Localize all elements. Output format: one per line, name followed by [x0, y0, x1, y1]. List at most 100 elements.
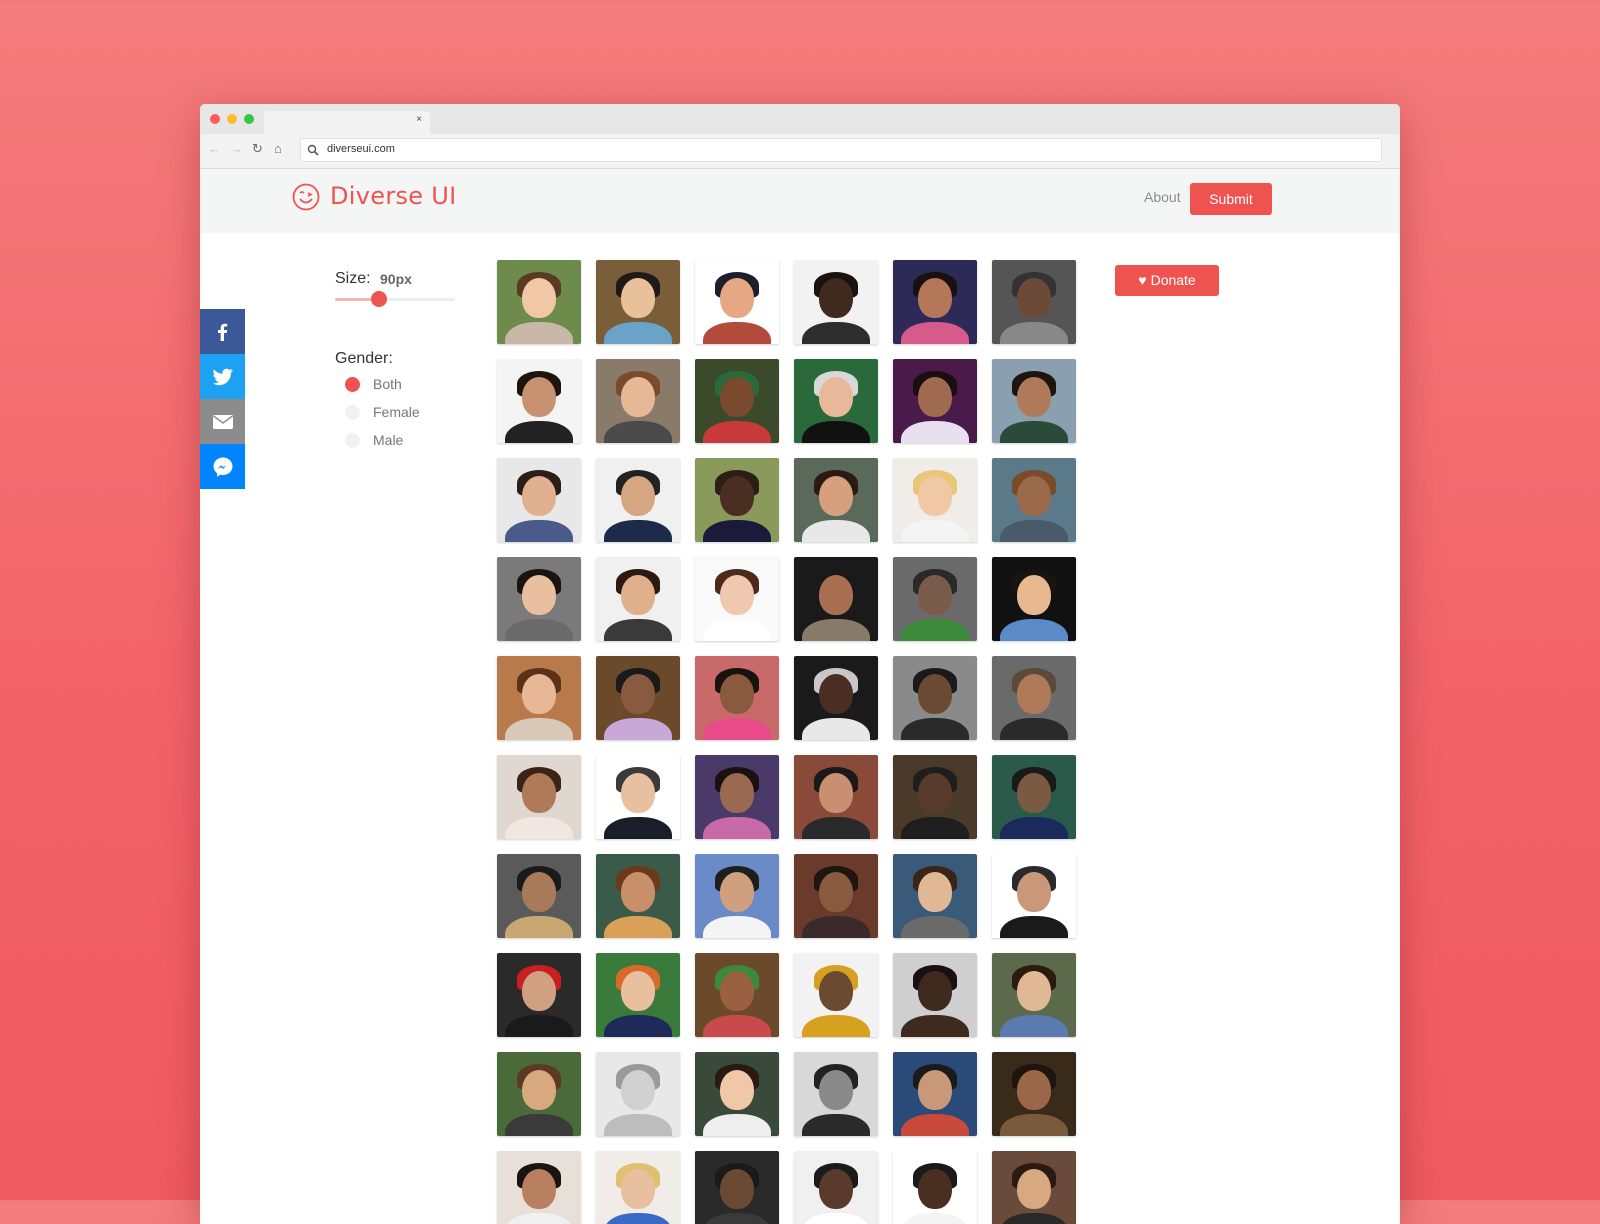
avatar-photo[interactable] — [794, 953, 878, 1037]
twitter-share-button[interactable] — [200, 354, 245, 399]
avatar-shoulders — [901, 520, 969, 542]
avatar-photo[interactable] — [695, 1052, 779, 1136]
submit-button[interactable]: Submit — [1190, 183, 1272, 215]
avatar-face — [621, 773, 655, 813]
avatar-photo[interactable] — [497, 557, 581, 641]
avatar-photo[interactable] — [992, 854, 1076, 938]
avatar-photo[interactable] — [893, 656, 977, 740]
avatar-face — [522, 674, 556, 714]
avatar-photo[interactable] — [893, 1151, 977, 1224]
avatar-photo[interactable] — [596, 755, 680, 839]
avatar-photo[interactable] — [794, 260, 878, 344]
avatar-photo[interactable] — [992, 260, 1076, 344]
avatar-photo[interactable] — [695, 854, 779, 938]
avatar-photo[interactable] — [497, 1052, 581, 1136]
forward-arrow-icon[interactable]: → — [230, 141, 243, 157]
avatar-photo[interactable] — [992, 1151, 1076, 1224]
avatar-photo[interactable] — [596, 953, 680, 1037]
avatar-photo[interactable] — [596, 260, 680, 344]
avatar-photo[interactable] — [695, 1151, 779, 1224]
avatar-photo[interactable] — [497, 953, 581, 1037]
radio-female[interactable] — [345, 405, 360, 420]
avatar-photo[interactable] — [596, 656, 680, 740]
reload-icon[interactable]: ↻ — [252, 141, 263, 157]
about-link[interactable]: About — [1144, 189, 1181, 205]
avatar-photo[interactable] — [596, 854, 680, 938]
avatar-photo[interactable] — [794, 1052, 878, 1136]
messenger-icon — [213, 457, 232, 477]
avatar-photo[interactable] — [992, 755, 1076, 839]
email-share-button[interactable] — [200, 399, 245, 444]
avatar-photo[interactable] — [497, 755, 581, 839]
avatar-photo[interactable] — [497, 458, 581, 542]
home-icon[interactable]: ⌂ — [274, 141, 282, 157]
avatar-face — [720, 674, 754, 714]
logo-text[interactable]: Diverse UI — [330, 182, 457, 210]
avatar-face — [819, 674, 853, 714]
avatar-shoulders — [901, 421, 969, 443]
tab-close-icon[interactable]: × — [416, 114, 422, 125]
browser-tab[interactable]: × — [264, 111, 430, 134]
avatar-photo[interactable] — [497, 260, 581, 344]
size-slider[interactable] — [335, 291, 455, 307]
avatar-photo[interactable] — [893, 953, 977, 1037]
avatar-photo[interactable] — [893, 260, 977, 344]
avatar-photo[interactable] — [497, 656, 581, 740]
avatar-photo[interactable] — [794, 359, 878, 443]
avatar-photo[interactable] — [497, 1151, 581, 1224]
avatar-photo[interactable] — [794, 458, 878, 542]
avatar-photo[interactable] — [695, 656, 779, 740]
avatar-photo[interactable] — [695, 458, 779, 542]
avatar-photo[interactable] — [893, 359, 977, 443]
address-bar[interactable]: diverseui.com — [300, 138, 1382, 162]
avatar-shoulders — [604, 817, 672, 839]
avatar-photo[interactable] — [893, 854, 977, 938]
back-arrow-icon[interactable]: ← — [208, 141, 221, 157]
avatar-shoulders — [802, 718, 870, 740]
avatar-photo[interactable] — [992, 656, 1076, 740]
donate-button[interactable]: ♥ Donate — [1115, 265, 1219, 296]
avatar-photo[interactable] — [893, 458, 977, 542]
avatar-photo[interactable] — [794, 557, 878, 641]
avatar-face — [522, 575, 556, 615]
avatar-photo[interactable] — [695, 755, 779, 839]
size-slider-thumb[interactable] — [371, 291, 388, 307]
avatar-photo[interactable] — [695, 953, 779, 1037]
avatar-photo[interactable] — [794, 854, 878, 938]
avatar-photo[interactable] — [992, 1052, 1076, 1136]
avatar-photo[interactable] — [992, 458, 1076, 542]
avatar-photo[interactable] — [893, 1052, 977, 1136]
smiley-logo-icon[interactable] — [292, 183, 320, 211]
avatar-face — [1017, 971, 1051, 1011]
avatar-photo[interactable] — [695, 557, 779, 641]
avatar-photo[interactable] — [596, 458, 680, 542]
avatar-photo[interactable] — [992, 359, 1076, 443]
avatar-photo[interactable] — [794, 755, 878, 839]
avatar-shoulders — [604, 421, 672, 443]
avatar-photo[interactable] — [992, 953, 1076, 1037]
avatar-shoulders — [703, 619, 771, 641]
avatar-photo[interactable] — [497, 854, 581, 938]
radio-both[interactable] — [345, 377, 360, 392]
avatar-photo[interactable] — [596, 1151, 680, 1224]
avatar-photo[interactable] — [794, 656, 878, 740]
avatar-face — [720, 971, 754, 1011]
avatar-photo[interactable] — [596, 1052, 680, 1136]
minimize-window-button[interactable] — [227, 114, 237, 124]
avatar-photo[interactable] — [596, 359, 680, 443]
avatar-face — [1017, 1169, 1051, 1209]
maximize-window-button[interactable] — [244, 114, 254, 124]
envelope-icon — [212, 414, 233, 429]
avatar-photo[interactable] — [695, 359, 779, 443]
avatar-photo[interactable] — [695, 260, 779, 344]
avatar-photo[interactable] — [497, 359, 581, 443]
avatar-photo[interactable] — [596, 557, 680, 641]
facebook-share-button[interactable] — [200, 309, 245, 354]
avatar-photo[interactable] — [893, 755, 977, 839]
avatar-photo[interactable] — [893, 557, 977, 641]
avatar-photo[interactable] — [794, 1151, 878, 1224]
avatar-photo[interactable] — [992, 557, 1076, 641]
radio-male[interactable] — [345, 433, 360, 448]
messenger-share-button[interactable] — [200, 444, 245, 489]
close-window-button[interactable] — [210, 114, 220, 124]
